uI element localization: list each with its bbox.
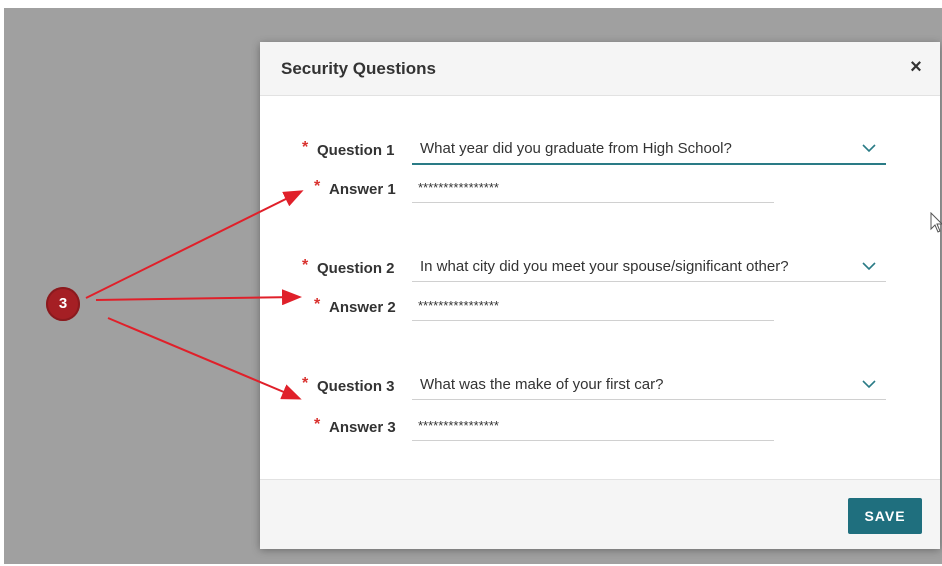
callout-arrows [85,190,304,400]
callout-arrow-1 [85,190,304,299]
callout-arrow-3 [107,317,302,400]
callout-number-badge: 3 [46,287,80,321]
callout-arrow-2 [95,289,302,306]
mouse-cursor-icon [930,212,942,233]
